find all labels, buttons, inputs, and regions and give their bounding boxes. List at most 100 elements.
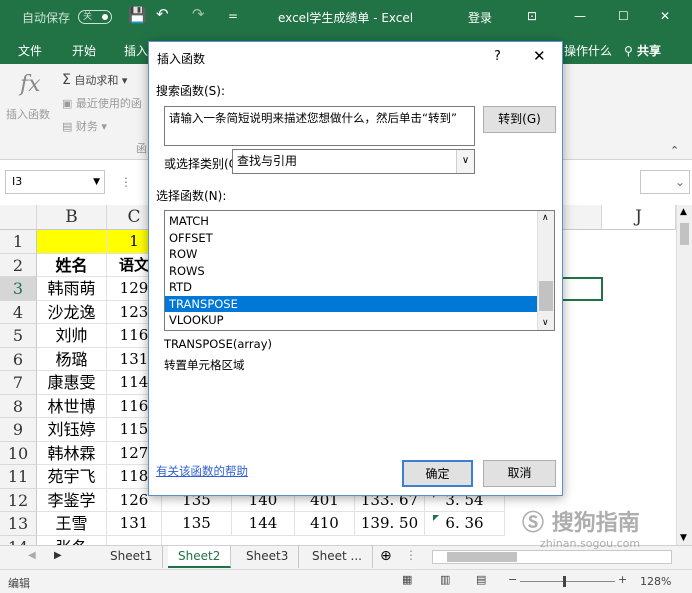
scroll-up-icon[interactable]: ▲ bbox=[680, 207, 687, 217]
column-header-b[interactable]: B bbox=[37, 205, 107, 230]
row-header[interactable]: 9 bbox=[0, 418, 37, 442]
cell-student-name[interactable]: 刘帅 bbox=[37, 324, 107, 348]
zoom-level[interactable]: 128% bbox=[640, 575, 671, 588]
horizontal-scrollbar[interactable] bbox=[432, 550, 672, 564]
page-layout-icon[interactable]: ▥ bbox=[440, 573, 450, 586]
hscroll-thumb[interactable] bbox=[447, 552, 517, 562]
list-scroll-thumb[interactable] bbox=[539, 281, 553, 311]
undo-icon[interactable]: ↶ bbox=[156, 5, 169, 23]
row-header[interactable]: 5 bbox=[0, 324, 37, 348]
customize-icon[interactable]: = bbox=[228, 9, 238, 23]
ok-button[interactable]: 确定 bbox=[402, 460, 473, 487]
cell-chinese-score[interactable] bbox=[107, 535, 162, 545]
cell-student-name[interactable]: 林世博 bbox=[37, 394, 107, 418]
scroll-down-icon[interactable]: ▼ bbox=[680, 533, 687, 543]
finance-button[interactable]: ▤ 财务 ▾ bbox=[62, 118, 107, 134]
recent-functions-button[interactable]: ▣ 最近使用的函 bbox=[62, 95, 142, 111]
row-header[interactable]: 11 bbox=[0, 465, 37, 489]
cell-student-name[interactable]: 康惠雯 bbox=[37, 371, 107, 395]
row-header[interactable]: 14 bbox=[0, 535, 37, 545]
row-header[interactable]: 7 bbox=[0, 371, 37, 395]
share-button[interactable]: ⚲ 共享 bbox=[624, 42, 661, 59]
collapse-ribbon-icon[interactable]: ⌃ bbox=[670, 144, 679, 157]
formula-input[interactable]: ⌄ bbox=[640, 170, 690, 194]
select-all-corner[interactable] bbox=[0, 205, 37, 230]
zoom-slider-thumb[interactable] bbox=[563, 576, 566, 587]
minimize-icon[interactable]: — bbox=[574, 9, 586, 23]
zoom-slider[interactable] bbox=[520, 581, 615, 582]
cell-student-name[interactable]: 沙龙逸 bbox=[37, 300, 107, 324]
ribbon-display-icon[interactable]: ⊡ bbox=[527, 9, 537, 23]
row-header[interactable]: 10 bbox=[0, 441, 37, 465]
function-list-item[interactable]: TRANSPOSE bbox=[165, 295, 538, 312]
column-header-j[interactable]: J bbox=[602, 205, 676, 230]
function-help-link[interactable]: 有关该函数的帮助 bbox=[156, 463, 248, 479]
more-options-icon[interactable]: ⋮ bbox=[405, 548, 417, 562]
sheet-tab-1[interactable]: Sheet1 bbox=[100, 546, 164, 568]
row-header[interactable]: 8 bbox=[0, 394, 37, 418]
cell-score[interactable]: 139. 50 bbox=[355, 512, 425, 536]
tab-file[interactable]: 文件 bbox=[18, 42, 42, 59]
cell-student-name[interactable]: 苑宇飞 bbox=[37, 465, 107, 489]
vertical-scrollbar[interactable]: ▲ ▼ bbox=[676, 205, 692, 545]
function-list-scrollbar[interactable]: ∧ ∨ bbox=[537, 211, 554, 330]
cell-b1[interactable] bbox=[37, 230, 107, 254]
autosave-toggle[interactable]: 关 bbox=[78, 10, 112, 24]
cell-score[interactable]: 135 bbox=[162, 512, 232, 536]
redo-icon[interactable]: ↷ bbox=[192, 5, 205, 23]
zoom-out-icon[interactable]: − bbox=[508, 573, 517, 586]
sheet-tab-3[interactable]: Sheet3 bbox=[236, 546, 300, 568]
row-header[interactable]: 13 bbox=[0, 512, 37, 536]
sheet-tab-2[interactable]: Sheet2 bbox=[168, 546, 232, 568]
row-header[interactable]: 12 bbox=[0, 488, 37, 512]
cell-student-name[interactable]: 张冬 bbox=[37, 535, 107, 545]
row-header[interactable]: 4 bbox=[0, 300, 37, 324]
row-header[interactable]: 6 bbox=[0, 347, 37, 371]
sheet-tab-more[interactable]: Sheet ... bbox=[302, 546, 373, 568]
tab-insert[interactable]: 插入 bbox=[124, 42, 148, 59]
dialog-close-button[interactable]: ✕ bbox=[533, 47, 546, 65]
page-break-icon[interactable]: ▤ bbox=[476, 573, 486, 586]
cell-student-name[interactable]: 杨璐 bbox=[37, 347, 107, 371]
add-sheet-icon[interactable]: ⊕ bbox=[380, 548, 392, 564]
cell-score[interactable]: 144 bbox=[232, 512, 295, 536]
zoom-in-icon[interactable]: + bbox=[618, 573, 627, 586]
function-list-item[interactable]: OFFSET bbox=[165, 230, 538, 247]
tab-home[interactable]: 开始 bbox=[72, 42, 96, 59]
insert-function-button[interactable]: 插入函数 bbox=[6, 106, 50, 122]
next-sheet-icon[interactable]: ▶ bbox=[54, 550, 62, 561]
scroll-thumb[interactable] bbox=[680, 223, 689, 245]
row-header[interactable]: 2 bbox=[0, 253, 37, 277]
function-list-item[interactable]: VLOOKUP bbox=[165, 312, 538, 329]
autosum-button[interactable]: Σ 自动求和 ▾ bbox=[62, 72, 127, 88]
list-scroll-up-icon[interactable]: ∧ bbox=[542, 213, 549, 223]
maximize-icon[interactable]: ☐ bbox=[618, 9, 629, 23]
cell-student-name[interactable]: 李鉴学 bbox=[37, 488, 107, 512]
normal-view-icon[interactable]: ▦ bbox=[402, 573, 412, 586]
tell-me-box[interactable]: 操作什么 bbox=[564, 42, 612, 59]
cell-score[interactable]: 410 bbox=[295, 512, 355, 536]
cell-student-name[interactable]: 刘钰婷 bbox=[37, 418, 107, 442]
row-header[interactable]: 1 bbox=[0, 230, 37, 254]
go-button[interactable]: 转到(G) bbox=[483, 106, 556, 133]
cancel-button[interactable]: 取消 bbox=[483, 460, 556, 487]
cell-name-header[interactable]: 姓名 bbox=[37, 253, 107, 277]
function-list[interactable]: MATCH OFFSET ROW ROWS RTD TRANSPOSE VLOOKUP ∧ … bbox=[164, 210, 555, 331]
function-list-item[interactable]: MATCH bbox=[165, 213, 538, 230]
name-box[interactable]: I3 ▼ bbox=[5, 170, 105, 194]
window-close-icon[interactable]: ✕ bbox=[660, 9, 670, 23]
category-select[interactable]: 查找与引用 ∨ bbox=[232, 149, 475, 174]
row-header[interactable]: 3 bbox=[0, 277, 37, 301]
function-list-item[interactable]: ROW bbox=[165, 246, 538, 263]
cell-student-name[interactable]: 王雪 bbox=[37, 512, 107, 536]
help-button[interactable]: ? bbox=[494, 49, 501, 64]
list-scroll-down-icon[interactable]: ∨ bbox=[542, 318, 549, 328]
save-icon[interactable]: 💾 bbox=[128, 6, 147, 24]
function-list-item[interactable]: RTD bbox=[165, 279, 538, 296]
search-function-input[interactable]: 请输入一条简短说明来描述您想做什么，然后单击“转到” bbox=[164, 106, 475, 146]
login-link[interactable]: 登录 bbox=[468, 9, 492, 26]
cell-chinese-score[interactable]: 131 bbox=[107, 512, 162, 536]
function-list-item[interactable]: ROWS bbox=[165, 263, 538, 280]
cell-student-name[interactable]: 韩林霖 bbox=[37, 441, 107, 465]
prev-sheet-icon[interactable]: ◀ bbox=[28, 550, 36, 561]
